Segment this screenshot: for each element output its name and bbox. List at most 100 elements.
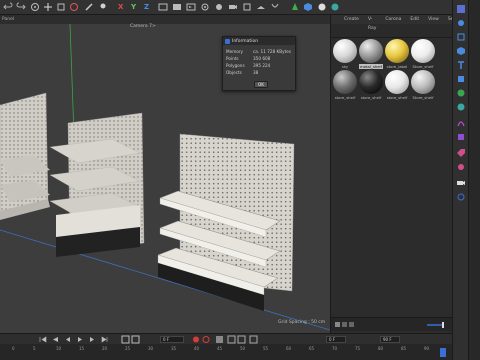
start-frame-field[interactable]: 0 F — [326, 336, 346, 343]
mograph-icon[interactable] — [456, 88, 466, 98]
axis-y-toggle[interactable]: Y — [131, 2, 136, 12]
scene-icon[interactable] — [242, 2, 252, 12]
move-icon[interactable] — [43, 2, 53, 12]
material-label: Store_shelf — [412, 64, 434, 69]
render-picture-viewer-icon[interactable] — [186, 2, 196, 12]
ruler-tick: 40 — [194, 346, 200, 351]
material-manager: Create V-Ray Corona Edit View Select sky… — [330, 15, 462, 333]
material-metal-shelf[interactable]: metal_shelf — [359, 39, 383, 69]
ruler-tick: 5 — [33, 346, 36, 351]
info-row-objects: Objects 38 — [223, 69, 295, 76]
material-store-label[interactable]: store_label — [385, 39, 409, 69]
playhead-marker[interactable] — [440, 348, 446, 357]
record-icon — [193, 336, 199, 343]
tag-icon[interactable] — [456, 148, 466, 158]
timeline-ruler[interactable]: 0 5 10 15 20 25 30 35 40 45 50 55 60 65 … — [0, 344, 452, 360]
ruler-tick: 20 — [102, 346, 108, 351]
effector-icon[interactable] — [456, 102, 466, 112]
dialog-titlebar[interactable]: Information — [223, 37, 295, 45]
material-menu: Create V-Ray Corona Edit View Select — [331, 15, 462, 31]
info-icon — [225, 38, 230, 44]
material-store-shelf-5[interactable]: Store_shelf — [411, 70, 435, 100]
attribute-panel-edge — [468, 0, 480, 360]
menu-view[interactable]: View — [428, 15, 439, 24]
redo-icon[interactable] — [16, 2, 26, 12]
info-key: Memory — [226, 49, 244, 54]
menu-edit[interactable]: Edit — [410, 15, 419, 24]
array-icon[interactable] — [330, 2, 340, 12]
floor-icon[interactable] — [256, 2, 266, 12]
info-value: 38 — [253, 70, 259, 75]
render-settings-icon[interactable] — [200, 2, 210, 12]
ruler-tick: 80 — [378, 346, 384, 351]
brush-icon[interactable] — [84, 2, 94, 12]
info-key: Points — [226, 56, 239, 61]
preview-size-icon — [349, 322, 354, 327]
ruler-tick: 25 — [125, 346, 131, 351]
menu-create[interactable]: Create — [344, 15, 359, 24]
shelf-unit-left — [0, 92, 50, 220]
keyframe-selection-icon — [216, 336, 223, 343]
camera-object-icon[interactable] — [456, 178, 466, 188]
info-row-points: Points 350 608 — [223, 55, 295, 62]
material-swatch — [333, 70, 357, 94]
extrude-icon[interactable] — [456, 74, 466, 84]
pin-icon[interactable] — [98, 2, 108, 12]
info-value: ca. 11 728 KBytes — [253, 49, 292, 54]
info-value: 350 608 — [253, 56, 271, 61]
deformer-tool-icon[interactable] — [456, 118, 466, 128]
field-icon[interactable] — [456, 132, 466, 142]
go-to-start-icon — [39, 336, 47, 343]
menu-corona[interactable]: Corona — [385, 15, 401, 24]
environment-icon[interactable] — [456, 192, 466, 202]
material-store-shelf-1[interactable]: Store_shelf — [411, 39, 435, 69]
sound-icon — [131, 335, 140, 344]
cube-icon[interactable] — [456, 46, 466, 56]
timeline-controls: 0 F 0 F 90 F — [0, 333, 452, 344]
text-icon[interactable] — [456, 60, 466, 70]
scale-icon[interactable] — [56, 2, 66, 12]
rotate-icon[interactable] — [69, 2, 79, 12]
material-store-shelf-2[interactable]: store_shelf — [333, 70, 357, 100]
rect-spline-icon[interactable] — [456, 32, 466, 42]
render-view-icon[interactable] — [172, 2, 182, 12]
axis-x-toggle[interactable]: X — [118, 2, 123, 12]
material-store-shelf-4[interactable]: store_shelf — [385, 70, 409, 100]
material-label: store_shelf — [386, 95, 408, 100]
auto-key-icon — [202, 336, 210, 343]
menu-vray[interactable]: V-Ray — [368, 15, 376, 31]
sphere-primitive-icon[interactable] — [317, 2, 327, 12]
current-frame-field[interactable]: 0 F — [160, 336, 184, 343]
ok-button[interactable]: OK — [254, 81, 268, 88]
camera-icon[interactable] — [228, 2, 238, 12]
ruler-tick: 60 — [286, 346, 292, 351]
coordinate-system-icon[interactable] — [158, 2, 168, 12]
ruler-tick: 0 — [12, 346, 15, 351]
null-icon[interactable] — [456, 18, 466, 28]
cloner-icon[interactable] — [456, 4, 466, 14]
list-view-icon — [342, 322, 347, 327]
ruler-tick: 10 — [56, 346, 62, 351]
material-swatch — [385, 39, 409, 63]
axis-z-toggle[interactable]: Z — [144, 2, 149, 12]
material-store-shelf-3[interactable]: store_shelf — [359, 70, 383, 100]
live-selection-icon[interactable] — [30, 2, 40, 12]
material-sky[interactable]: sky — [333, 39, 357, 69]
zoom-slider-handle — [442, 322, 444, 328]
info-row-polygons: Polygons 395 224 — [223, 62, 295, 69]
main-toolbar: X Y Z — [0, 0, 452, 15]
deformer-icon[interactable] — [270, 2, 280, 12]
light-object-icon[interactable] — [456, 162, 466, 172]
light-icon[interactable] — [214, 2, 224, 12]
ruler-tick: 45 — [217, 346, 223, 351]
cube-primitive-icon[interactable] — [303, 2, 313, 12]
material-swatch — [411, 70, 435, 94]
spline-pen-icon[interactable] — [290, 2, 300, 12]
material-label: metal_shelf — [359, 64, 383, 69]
go-to-end-icon — [101, 336, 108, 343]
rotation-key-icon — [237, 335, 246, 344]
end-frame-field[interactable]: 90 F — [380, 336, 400, 343]
ruler-tick: 70 — [332, 346, 338, 351]
undo-icon[interactable] — [3, 2, 13, 12]
material-label: store_shelf — [334, 95, 356, 100]
